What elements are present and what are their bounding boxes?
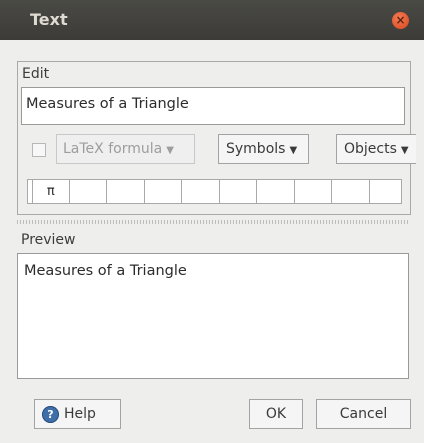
- preview-panel: Preview Measures of a Triangle: [17, 230, 409, 380]
- text-edit-field[interactable]: Measures of a Triangle: [21, 87, 405, 125]
- edit-panel: Edit Measures of a Triangle LaTeX formul…: [17, 61, 416, 215]
- panel-splitter[interactable]: [17, 220, 409, 224]
- edit-label: Edit: [22, 66, 50, 82]
- preview-box: Measures of a Triangle: [17, 253, 409, 379]
- symbol-cell[interactable]: [107, 180, 145, 203]
- ok-button[interactable]: OK: [249, 399, 303, 429]
- help-icon: ?: [42, 405, 59, 423]
- title-bar[interactable]: Text ×: [0, 0, 424, 40]
- symbol-cell[interactable]: [257, 180, 295, 203]
- close-icon[interactable]: ×: [392, 12, 409, 29]
- objects-dropdown[interactable]: Objects ▼: [336, 134, 416, 164]
- window-title: Text: [30, 10, 68, 29]
- symbols-dropdown[interactable]: Symbols ▼: [218, 134, 309, 164]
- symbol-cell[interactable]: π: [32, 180, 70, 203]
- objects-label: Objects: [344, 141, 397, 157]
- cancel-button[interactable]: Cancel: [316, 399, 411, 429]
- symbol-strip: π: [27, 179, 402, 204]
- symbol-cell[interactable]: [70, 180, 107, 203]
- symbol-cell[interactable]: [220, 180, 257, 203]
- text-dialog: Text × Edit Measures of a Triangle LaTeX…: [0, 0, 424, 443]
- latex-formula-dropdown[interactable]: LaTeX formula ▼: [56, 134, 195, 164]
- edit-toolbar: LaTeX formula ▼ Symbols ▼ Objects ▼: [18, 131, 416, 167]
- help-button[interactable]: ? Help: [34, 399, 121, 429]
- symbol-cell[interactable]: [182, 180, 220, 203]
- chevron-down-icon: ▼: [166, 145, 174, 156]
- symbol-cell[interactable]: [295, 180, 332, 203]
- latex-formula-label: LaTeX formula: [63, 141, 163, 157]
- symbols-label: Symbols: [226, 141, 286, 157]
- chevron-down-icon: ▼: [289, 145, 298, 156]
- symbol-cell[interactable]: [145, 180, 182, 203]
- help-button-label: Help: [64, 406, 96, 422]
- chevron-down-icon: ▼: [400, 145, 409, 156]
- preview-label: Preview: [21, 232, 76, 248]
- symbol-cell[interactable]: [332, 180, 370, 203]
- latex-checkbox[interactable]: [32, 143, 46, 157]
